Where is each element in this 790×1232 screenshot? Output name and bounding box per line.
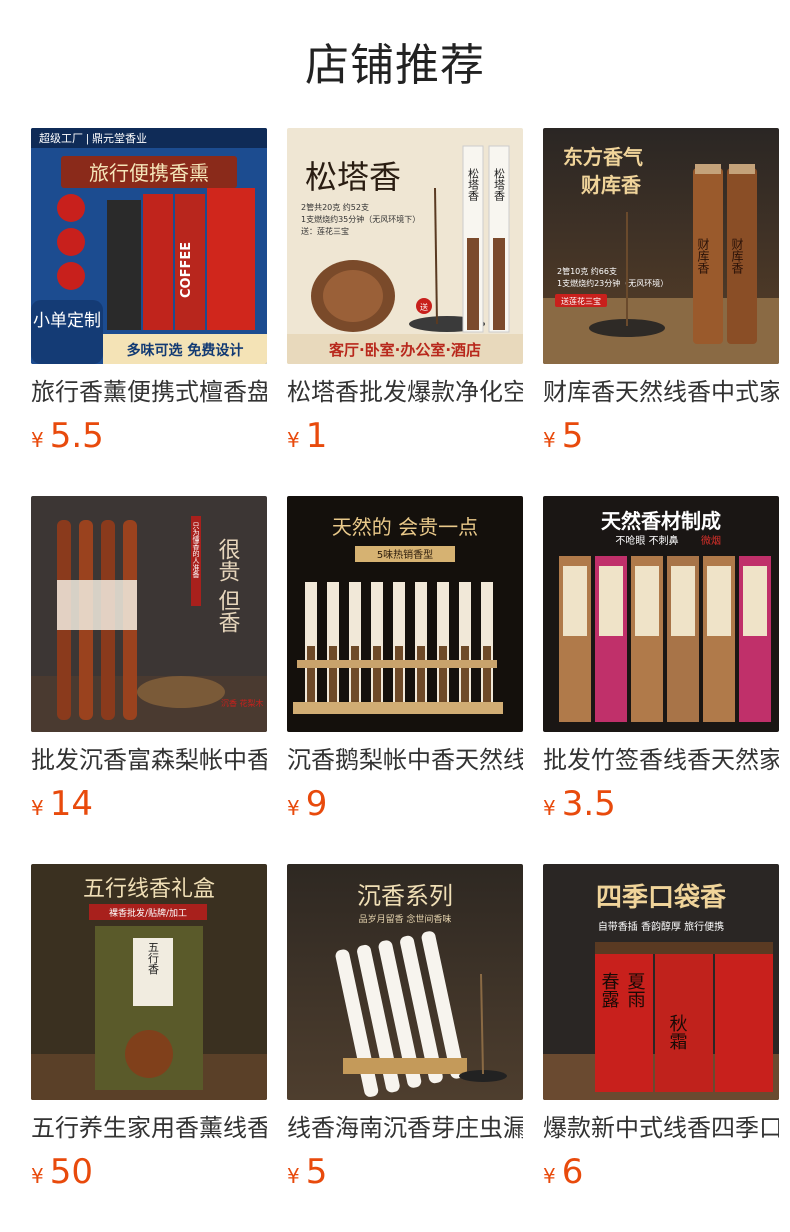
price-value: 5.5 bbox=[49, 416, 104, 456]
tube-label: 财库香 bbox=[730, 238, 744, 275]
sub-text: 不呛眼 不刺鼻 bbox=[615, 534, 678, 547]
headline-text: 天然的 会贵一点 bbox=[332, 515, 478, 539]
corner-text: 小单定制 bbox=[33, 311, 101, 331]
sub-text: 微烟 bbox=[701, 534, 721, 547]
currency-symbol: ¥ bbox=[287, 1164, 300, 1188]
sub-text: 裸香批发/贴牌/加工 bbox=[109, 907, 187, 919]
product-card[interactable]: 沉香系列 品岁月留香 念世间香味 线香海南沉香芽庄虫漏 ¥5 bbox=[287, 864, 523, 1200]
page-title: 店铺推荐 bbox=[305, 40, 485, 91]
tag-text: 送莲花三宝 bbox=[561, 296, 601, 306]
sub-text: 自带香插 香韵醇厚 旅行便携 bbox=[598, 920, 724, 933]
product-card[interactable]: 东方香气 财库香 2管10克 约66支 1支燃烧约23分钟（无风环境） 送莲花三… bbox=[543, 128, 779, 464]
product-image[interactable]: 只为懂香的人准备 很贵 但香 沉香 花梨木 bbox=[31, 496, 267, 732]
headline-text: 五行线香礼盒 bbox=[83, 877, 215, 902]
info-line: 2管10克 约66支 bbox=[557, 266, 617, 276]
price-value: 5 bbox=[561, 416, 584, 456]
info-line: 1支燃烧约35分钟（无风环境下） bbox=[301, 214, 420, 224]
product-price: ¥5 bbox=[543, 414, 779, 464]
product-name[interactable]: 线香海南沉香芽庄虫漏 bbox=[287, 1112, 523, 1144]
product-name[interactable]: 沉香鹅梨帐中香天然线香 bbox=[287, 744, 523, 776]
currency-symbol: ¥ bbox=[543, 428, 556, 452]
price-value: 5 bbox=[305, 1152, 328, 1192]
headline-text: 松塔香 bbox=[305, 158, 401, 196]
product-name[interactable]: 旅行香薰便携式檀香盘香 bbox=[31, 376, 267, 408]
headline-text: 财库香 bbox=[581, 173, 642, 197]
product-card[interactable]: 五行线香礼盒 裸香批发/贴牌/加工 五行香 五行养生家用香薰线香礼盒 ¥50 bbox=[31, 864, 267, 1200]
headline-text: 东方香气 bbox=[563, 145, 643, 169]
currency-symbol: ¥ bbox=[543, 796, 556, 820]
info-line: 送：莲花三宝 bbox=[301, 226, 349, 236]
product-card[interactable]: 天然香材制成 不呛眼 不刺鼻 微烟 批发竹签香线香天然家用 bbox=[543, 496, 779, 832]
currency-symbol: ¥ bbox=[287, 428, 300, 452]
product-name[interactable]: 五行养生家用香薰线香礼盒 bbox=[31, 1112, 267, 1144]
product-price: ¥9 bbox=[287, 782, 523, 832]
product-card[interactable]: 松塔香 2管共20克 约52支 1支燃烧约35分钟（无风环境下） 送：莲花三宝 … bbox=[287, 128, 523, 464]
sub-text: 品岁月留香 念世间香味 bbox=[359, 913, 452, 925]
product-price: ¥3.5 bbox=[543, 782, 779, 832]
tag-text: 送 bbox=[420, 302, 428, 312]
tube-label: 松塔香 bbox=[493, 167, 506, 202]
product-card[interactable]: 天然的 会贵一点 5味热销香型 沉香鹅梨帐中香天然线 ¥ 9 bbox=[287, 496, 523, 832]
side-text: 只为懂香的人准备 bbox=[192, 522, 200, 579]
box-label: 五行香 bbox=[147, 942, 160, 976]
currency-symbol: ¥ bbox=[31, 428, 44, 452]
price-value: 3.5 bbox=[561, 784, 616, 824]
box-label: 春露 bbox=[599, 972, 620, 1008]
seal-text: 沉香 花梨木 bbox=[221, 698, 264, 708]
product-name[interactable]: 松塔香批发爆款净化空气 bbox=[287, 376, 523, 408]
sub-text: 5味热销香型 bbox=[377, 548, 433, 561]
product-image[interactable]: 天然的 会贵一点 5味热销香型 bbox=[287, 496, 523, 732]
product-name[interactable]: 财库香天然线香中式家用 bbox=[543, 376, 779, 408]
box-label: 秋霜 bbox=[667, 1014, 688, 1050]
info-line: 1支燃烧约23分钟（无风环境） bbox=[557, 278, 668, 288]
product-image[interactable]: 超级工厂 | 鼎元堂香业 旅行便携香熏 COFFEE 小单定制 多味可选 免费设… bbox=[31, 128, 267, 364]
currency-symbol: ¥ bbox=[543, 1164, 556, 1188]
headline-text: 四季口袋香 bbox=[596, 883, 726, 913]
currency-symbol: ¥ bbox=[31, 1164, 44, 1188]
product-image[interactable]: 沉香系列 品岁月留香 念世间香味 bbox=[287, 864, 523, 1100]
currency-symbol: ¥ bbox=[31, 796, 44, 820]
product-image[interactable]: 松塔香 2管共20克 约52支 1支燃烧约35分钟（无风环境下） 送：莲花三宝 … bbox=[287, 128, 523, 364]
product-card[interactable]: 超级工厂 | 鼎元堂香业 旅行便携香熏 COFFEE 小单定制 多味可选 免费设… bbox=[31, 128, 267, 464]
price-value: 50 bbox=[49, 1152, 93, 1192]
tube-label: 财库香 bbox=[696, 238, 710, 275]
product-name[interactable]: 爆款新中式线香四季口袋香 bbox=[543, 1112, 779, 1144]
tube-label: 松塔香 bbox=[467, 167, 480, 202]
price-value: 14 bbox=[49, 784, 93, 824]
price-value: 6 bbox=[561, 1152, 584, 1192]
product-image[interactable]: 四季口袋香 自带香插 香韵醇厚 旅行便携 春露 夏雨 秋霜 bbox=[543, 864, 779, 1100]
price-value: 9 bbox=[305, 784, 328, 824]
product-price: ¥6 bbox=[543, 1150, 779, 1200]
brand-line-text: 超级工厂 | 鼎元堂香业 bbox=[39, 131, 147, 145]
footer-text: 多味可选 免费设计 bbox=[127, 342, 244, 359]
product-price: ¥50 bbox=[31, 1150, 267, 1200]
headline-text: 沉香系列 bbox=[357, 882, 453, 910]
info-line: 2管共20克 约52支 bbox=[301, 202, 369, 212]
product-price: ¥14 bbox=[31, 782, 267, 832]
product-price: ¥5.5 bbox=[31, 414, 267, 464]
headline-text: 旅行便携香熏 bbox=[89, 161, 209, 185]
product-price: ¥5 bbox=[287, 1150, 523, 1200]
footer-text: 客厅·卧室·办公室·酒店 bbox=[328, 341, 481, 359]
currency-symbol: ¥ bbox=[287, 796, 300, 820]
product-card[interactable]: 只为懂香的人准备 很贵 但香 沉香 花梨木 批发沉香富森梨帐中香家用 ¥14 bbox=[31, 496, 267, 832]
product-price: ¥1 bbox=[287, 414, 523, 464]
headline-text: 很贵 但香 bbox=[215, 538, 241, 633]
product-image[interactable]: 天然香材制成 不呛眼 不刺鼻 微烟 bbox=[543, 496, 779, 732]
product-name[interactable]: 批发沉香富森梨帐中香家用 bbox=[31, 744, 267, 776]
headline-text: 天然香材制成 bbox=[601, 509, 721, 533]
box-label-coffee: COFFEE bbox=[179, 242, 194, 298]
price-value: 1 bbox=[305, 416, 328, 456]
product-name[interactable]: 批发竹签香线香天然家用 bbox=[543, 744, 779, 776]
product-image[interactable]: 东方香气 财库香 2管10克 约66支 1支燃烧约23分钟（无风环境） 送莲花三… bbox=[543, 128, 779, 364]
product-image[interactable]: 五行线香礼盒 裸香批发/贴牌/加工 五行香 bbox=[31, 864, 267, 1100]
product-card[interactable]: 四季口袋香 自带香插 香韵醇厚 旅行便携 春露 夏雨 秋霜 爆款新中式线香四季口… bbox=[543, 864, 779, 1200]
box-label: 夏雨 bbox=[625, 972, 646, 1008]
